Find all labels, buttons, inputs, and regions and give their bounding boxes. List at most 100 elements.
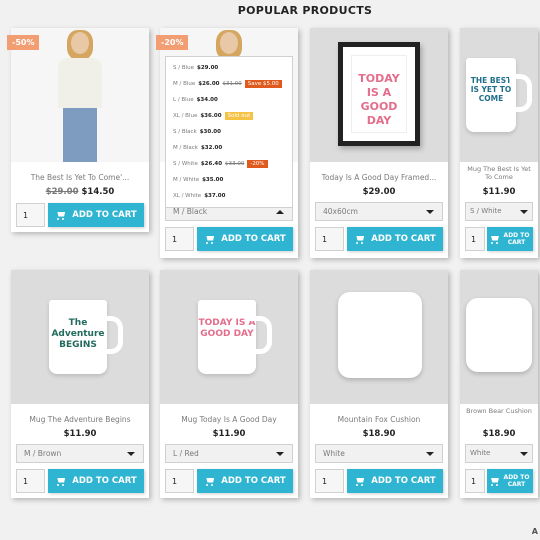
product-name[interactable]: Mountain Fox Cushion bbox=[310, 415, 448, 424]
caret-down-icon bbox=[127, 452, 135, 456]
product-image[interactable]: THE BEST IS YET TO COME bbox=[460, 28, 538, 162]
add-to-cart-button[interactable]: ADD TO CART bbox=[487, 227, 533, 251]
add-to-cart-button[interactable]: ADD TO CART bbox=[347, 469, 443, 493]
current-price: $11.90 bbox=[63, 429, 97, 439]
product-card: -50% The Best Is Yet To Come'... $29.00 $14… bbox=[7, 28, 149, 232]
variant-select[interactable]: White bbox=[465, 444, 533, 463]
variant-option[interactable]: M / White $35.00 bbox=[166, 172, 292, 188]
variant-option[interactable]: L / Blue $34.00 bbox=[166, 92, 292, 108]
sold-out-tag: Sold out bbox=[224, 112, 254, 120]
caret-down-icon bbox=[426, 210, 434, 214]
cart-icon bbox=[55, 477, 66, 486]
section-title: POPULAR PRODUCTS bbox=[237, 4, 373, 17]
product-price: $18.90 bbox=[460, 429, 538, 439]
product-card: The Adventure BEGINS Mug The Adventure Be… bbox=[11, 270, 149, 498]
mug-art: TODAY IS A GOOD DAY bbox=[198, 300, 272, 374]
add-to-cart-button[interactable]: ADD TO CART bbox=[197, 227, 293, 251]
caret-down-icon bbox=[520, 452, 528, 456]
variant-select[interactable]: S / White bbox=[465, 202, 533, 221]
product-card: Mountain Fox Cushion $18.90 White 1 ADD TO C… bbox=[310, 270, 448, 498]
product-name[interactable]: The Best Is Yet To Come'... bbox=[11, 173, 149, 182]
selected-variant: M / Black bbox=[173, 207, 208, 216]
selected-variant: White bbox=[323, 449, 345, 458]
product-card: THE BEST IS YET TO COME Mug The Best Is Y… bbox=[460, 28, 538, 258]
variant-select[interactable]: White bbox=[315, 444, 443, 463]
cart-icon bbox=[354, 477, 365, 486]
selected-variant: S / White bbox=[470, 207, 502, 215]
cart-icon bbox=[354, 235, 365, 244]
quantity-input[interactable]: 1 bbox=[465, 227, 485, 251]
product-image[interactable]: TODAY IS A GOOD DAY bbox=[310, 28, 448, 162]
variant-option[interactable]: M / Black $32.00 bbox=[166, 140, 292, 156]
product-price: $29.00 bbox=[310, 187, 448, 197]
selected-variant: 40x60cm bbox=[323, 207, 358, 216]
quantity-input[interactable]: 1 bbox=[165, 227, 194, 251]
cushion-photo bbox=[338, 292, 422, 378]
product-image[interactable] bbox=[310, 270, 448, 404]
variant-option[interactable]: M / Blue $26.00 $31.00 Save $5.00 bbox=[166, 76, 292, 92]
cart-icon bbox=[204, 477, 215, 486]
product-card: -20% M / Black 1 ADD TO CART S / Blue $29.00 M… bbox=[156, 28, 298, 258]
caret-down-icon bbox=[276, 452, 284, 456]
cart-icon bbox=[489, 477, 500, 486]
current-price: $18.90 bbox=[482, 429, 516, 439]
cushion-photo bbox=[466, 298, 532, 372]
product-price: $11.90 bbox=[11, 429, 149, 439]
variant-option[interactable]: S / White $26.40 $33.00 -20% bbox=[166, 156, 292, 172]
product-name[interactable]: Mug The Best Is Yet To Come bbox=[460, 165, 538, 181]
caret-down-icon bbox=[520, 210, 528, 214]
quantity-input[interactable]: 1 bbox=[16, 469, 45, 493]
add-to-cart-button[interactable]: ADD TO CART bbox=[48, 469, 144, 493]
product-card: TODAY IS A GOOD DAY Today Is A Good Day F… bbox=[310, 28, 448, 258]
current-price: $11.90 bbox=[482, 187, 516, 197]
selected-variant: M / Brown bbox=[24, 449, 62, 458]
quantity-input[interactable]: 1 bbox=[315, 469, 344, 493]
cart-icon bbox=[204, 235, 215, 244]
product-card: Brown Bear Cushion $18.90 White 1 ADD TO CAR… bbox=[460, 270, 538, 498]
product-name[interactable]: Brown Bear Cushion bbox=[460, 407, 538, 415]
quantity-input[interactable]: 1 bbox=[16, 203, 45, 227]
discount-badge: -20% bbox=[156, 35, 189, 50]
mug-art: THE BEST IS YET TO COME bbox=[466, 58, 532, 132]
quantity-input[interactable]: 1 bbox=[165, 469, 194, 493]
current-price: $11.90 bbox=[212, 429, 246, 439]
variant-option[interactable]: XL / White $37.00 bbox=[166, 188, 292, 204]
model-photo bbox=[55, 30, 105, 162]
product-name[interactable]: Today Is A Good Day Framed... bbox=[310, 173, 448, 182]
add-to-cart-button[interactable]: ADD TO CART bbox=[347, 227, 443, 251]
cart-icon bbox=[55, 211, 66, 220]
product-price: $29.00 $14.50 bbox=[11, 187, 149, 197]
save-tag: -20% bbox=[247, 160, 268, 168]
variant-option[interactable]: S / Blue $29.00 bbox=[166, 60, 292, 76]
add-to-cart-button[interactable]: ADD TO CART bbox=[48, 203, 144, 227]
add-to-cart-button[interactable]: ADD TO CART bbox=[487, 469, 533, 493]
all-products-link[interactable]: A bbox=[532, 527, 538, 536]
caret-up-icon bbox=[276, 210, 284, 214]
product-price: $18.90 bbox=[310, 429, 448, 439]
discount-badge: -50% bbox=[7, 35, 40, 50]
framed-poster: TODAY IS A GOOD DAY bbox=[338, 42, 420, 146]
current-price: $29.00 bbox=[362, 187, 396, 197]
current-price: $18.90 bbox=[362, 429, 396, 439]
product-price: $11.90 bbox=[160, 429, 298, 439]
cart-icon bbox=[489, 235, 500, 244]
variant-select[interactable]: L / Red bbox=[165, 444, 293, 463]
quantity-input[interactable]: 1 bbox=[465, 469, 485, 493]
product-name[interactable]: Mug Today Is A Good Day bbox=[160, 415, 298, 424]
selected-variant: White bbox=[470, 449, 491, 457]
variant-option[interactable]: S / Black $30.00 bbox=[166, 124, 292, 140]
product-image[interactable] bbox=[460, 270, 538, 404]
mug-art: The Adventure BEGINS bbox=[49, 300, 123, 374]
product-image[interactable]: TODAY IS A GOOD DAY bbox=[160, 270, 298, 404]
add-to-cart-button[interactable]: ADD TO CART bbox=[197, 469, 293, 493]
product-name[interactable]: Mug The Adventure Begins bbox=[11, 415, 149, 424]
variant-select[interactable]: M / Brown bbox=[16, 444, 144, 463]
variant-dropdown-list: S / Blue $29.00 M / Blue $26.00 $31.00 Save $… bbox=[165, 56, 293, 208]
product-card: TODAY IS A GOOD DAY Mug Today Is A Good D… bbox=[160, 270, 298, 498]
old-price: $29.00 bbox=[45, 187, 79, 197]
product-price: $11.90 bbox=[460, 187, 538, 197]
variant-option[interactable]: XL / Blue $36.00 Sold out bbox=[166, 108, 292, 124]
product-image[interactable]: The Adventure BEGINS bbox=[11, 270, 149, 404]
variant-select[interactable]: 40x60cm bbox=[315, 202, 443, 221]
quantity-input[interactable]: 1 bbox=[315, 227, 344, 251]
